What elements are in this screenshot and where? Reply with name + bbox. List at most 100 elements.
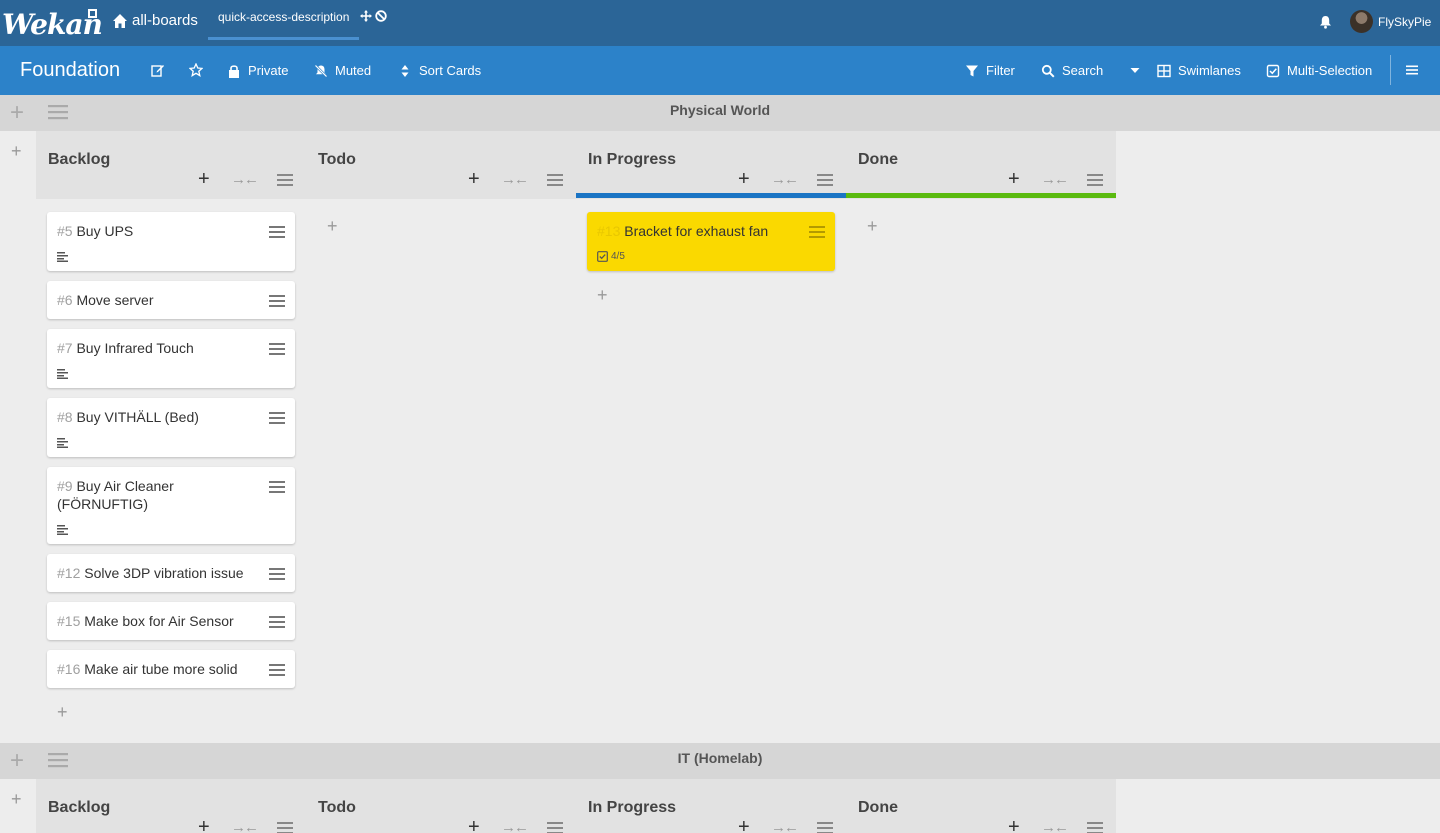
list-color-bar (846, 193, 1116, 198)
card[interactable]: #12 Solve 3DP vibration issue (47, 554, 295, 592)
add-card-top-icon[interactable]: + (738, 169, 750, 189)
view-dropdown-button[interactable] (1128, 63, 1142, 77)
collapse-icon[interactable]: →← (771, 819, 799, 833)
card[interactable]: #8 Buy VITHÄLL (Bed) (47, 398, 295, 457)
list-title[interactable]: Done (858, 799, 898, 817)
add-card-top-icon[interactable]: + (738, 817, 750, 833)
add-card-icon[interactable]: + (327, 216, 338, 237)
sidebar-menu-button[interactable] (1405, 63, 1419, 77)
user-menu[interactable]: FlySkyPie (1350, 10, 1431, 33)
quick-access-tab[interactable]: quick-access-description (208, 0, 359, 40)
list-title[interactable]: Todo (318, 799, 356, 817)
card[interactable]: #15 Make box for Air Sensor (47, 602, 295, 640)
list-title[interactable]: Todo (318, 151, 356, 169)
card-menu-icon[interactable] (269, 225, 285, 239)
list-title[interactable]: In Progress (588, 151, 676, 169)
card-menu-icon[interactable] (269, 567, 285, 581)
collapse-icon[interactable]: →← (231, 171, 259, 188)
list-menu-icon[interactable] (547, 821, 563, 833)
filter-button[interactable]: Filter (965, 63, 1015, 78)
add-list-icon[interactable]: + (11, 789, 22, 810)
search-label: Search (1062, 63, 1104, 78)
list-header: Done + →← (846, 779, 1116, 833)
add-card-top-icon[interactable]: + (1008, 169, 1020, 189)
list-menu-icon[interactable] (817, 821, 833, 833)
username: FlySkyPie (1378, 14, 1432, 29)
list-menu-icon[interactable] (277, 821, 293, 833)
card[interactable]: #9 Buy Air Cleaner (FÖRNUFTIG) (47, 467, 295, 544)
add-card-top-icon[interactable]: + (1008, 817, 1020, 833)
card-title: #15 Make box for Air Sensor (57, 612, 262, 630)
card-menu-icon[interactable] (269, 342, 285, 356)
card-title-text: Solve 3DP vibration issue (84, 565, 244, 581)
card-title-text: Buy UPS (76, 223, 134, 239)
card[interactable]: #6 Move server (47, 281, 295, 319)
add-list-icon[interactable]: + (11, 141, 22, 162)
card-menu-icon[interactable] (809, 225, 825, 239)
list-menu-icon[interactable] (1087, 173, 1103, 187)
swimlane-title[interactable]: Physical World (0, 102, 1440, 118)
bell-icon[interactable] (1319, 15, 1332, 29)
list-header: Backlog + →← (36, 779, 306, 833)
collapse-icon[interactable]: →← (501, 171, 529, 188)
caret-down-icon (1130, 68, 1140, 73)
card-menu-icon[interactable] (269, 480, 285, 494)
filter-icon (966, 65, 978, 76)
collapse-icon[interactable]: →← (1041, 819, 1069, 833)
card-number: #9 (57, 478, 73, 494)
list-title[interactable]: Done (858, 151, 898, 169)
checkbox-icon (1266, 64, 1280, 77)
collapse-icon[interactable]: →← (771, 171, 799, 188)
move-arrows-icon[interactable] (360, 10, 372, 22)
search-button[interactable]: Search (1041, 63, 1103, 78)
card-menu-icon[interactable] (269, 615, 285, 629)
list-menu-icon[interactable] (277, 173, 293, 187)
card-title: #12 Solve 3DP vibration issue (57, 564, 262, 582)
edit-board-button[interactable] (151, 63, 165, 77)
board-title[interactable]: Foundation (20, 59, 120, 82)
swimlanes-view-button[interactable]: Swimlanes (1157, 63, 1241, 78)
list-menu-icon[interactable] (817, 173, 833, 187)
star-icon (189, 63, 203, 77)
add-card-top-icon[interactable]: + (198, 169, 210, 189)
list-todo: Todo + →← + (306, 131, 576, 743)
card-title-text: Make air tube more solid (84, 661, 238, 677)
list-done: Done + →← + (846, 131, 1116, 743)
description-icon (57, 252, 68, 262)
quick-access-icons (360, 10, 387, 22)
list-menu-icon[interactable] (547, 173, 563, 187)
collapse-icon[interactable]: →← (501, 819, 529, 833)
sort-cards-button[interactable]: Sort Cards (398, 63, 481, 78)
card-menu-icon[interactable] (269, 294, 285, 308)
card[interactable]: #5 Buy UPS (47, 212, 295, 271)
card-title: #9 Buy Air Cleaner (FÖRNUFTIG) (57, 477, 262, 513)
card-menu-icon[interactable] (269, 663, 285, 677)
star-board-button[interactable] (189, 63, 203, 77)
lock-icon (229, 64, 239, 78)
multi-selection-button[interactable]: Multi-Selection (1266, 63, 1372, 78)
all-boards-link[interactable]: all-boards (112, 12, 198, 29)
add-card-icon[interactable]: + (867, 216, 878, 237)
list-title[interactable]: Backlog (48, 151, 110, 169)
watch-button[interactable]: Muted (314, 63, 371, 78)
add-card-top-icon[interactable]: + (468, 169, 480, 189)
card[interactable]: #16 Make air tube more solid (47, 650, 295, 688)
card-menu-icon[interactable] (269, 411, 285, 425)
card-title-text: Buy Air Cleaner (FÖRNUFTIG) (57, 478, 174, 512)
collapse-icon[interactable]: →← (231, 819, 259, 833)
list-backlog: Backlog + →← (36, 779, 306, 833)
add-card-icon[interactable]: + (597, 285, 608, 306)
add-card-top-icon[interactable]: + (198, 817, 210, 833)
card[interactable]: #7 Buy Infrared Touch (47, 329, 295, 388)
list-menu-icon[interactable] (1087, 821, 1103, 833)
collapse-icon[interactable]: →← (1041, 171, 1069, 188)
card[interactable]: #13 Bracket for exhaust fan 4/5 (587, 212, 835, 271)
wekan-logo[interactable]: Wekan (0, 6, 103, 41)
list-title[interactable]: In Progress (588, 799, 676, 817)
swimlane-title[interactable]: IT (Homelab) (0, 750, 1440, 766)
add-card-top-icon[interactable]: + (468, 817, 480, 833)
privacy-button[interactable]: Private (227, 63, 288, 78)
list-title[interactable]: Backlog (48, 799, 110, 817)
ban-icon[interactable] (375, 10, 387, 22)
add-card-icon[interactable]: + (57, 702, 68, 723)
